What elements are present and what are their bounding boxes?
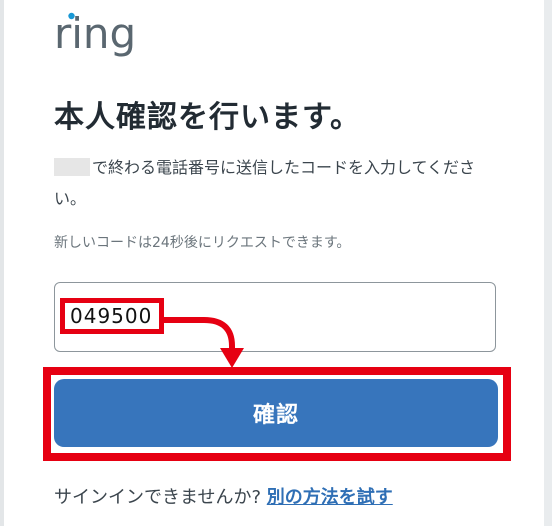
arrow-down-icon: [161, 317, 244, 368]
footer-help: サインインできませんか? 別の方法を試す: [54, 483, 393, 509]
resend-notice: 新しいコードは24秒後にリクエストできます。: [54, 235, 351, 251]
confirm-button[interactable]: 確認: [54, 379, 498, 447]
page-title: 本人確認を行います。: [54, 100, 361, 135]
sms-instruction-text: で終わる電話番号に送信したコードを入力してください。: [54, 158, 476, 208]
left-frame-border: [0, 0, 4, 526]
redacted-phone-number: [54, 158, 90, 176]
verification-code-value[interactable]: 049500: [70, 303, 152, 329]
ring-logo-text: ring: [54, 10, 134, 58]
ring-logo: ring: [54, 10, 134, 58]
sms-instruction: で終わる電話番号に送信したコードを入力してください。: [54, 152, 504, 214]
ring-logo-dot: [68, 12, 75, 20]
footer-prompt: サインインできませんか?: [54, 487, 262, 508]
try-another-method-link[interactable]: 別の方法を試す: [267, 487, 393, 508]
right-frame-border: [544, 0, 552, 526]
